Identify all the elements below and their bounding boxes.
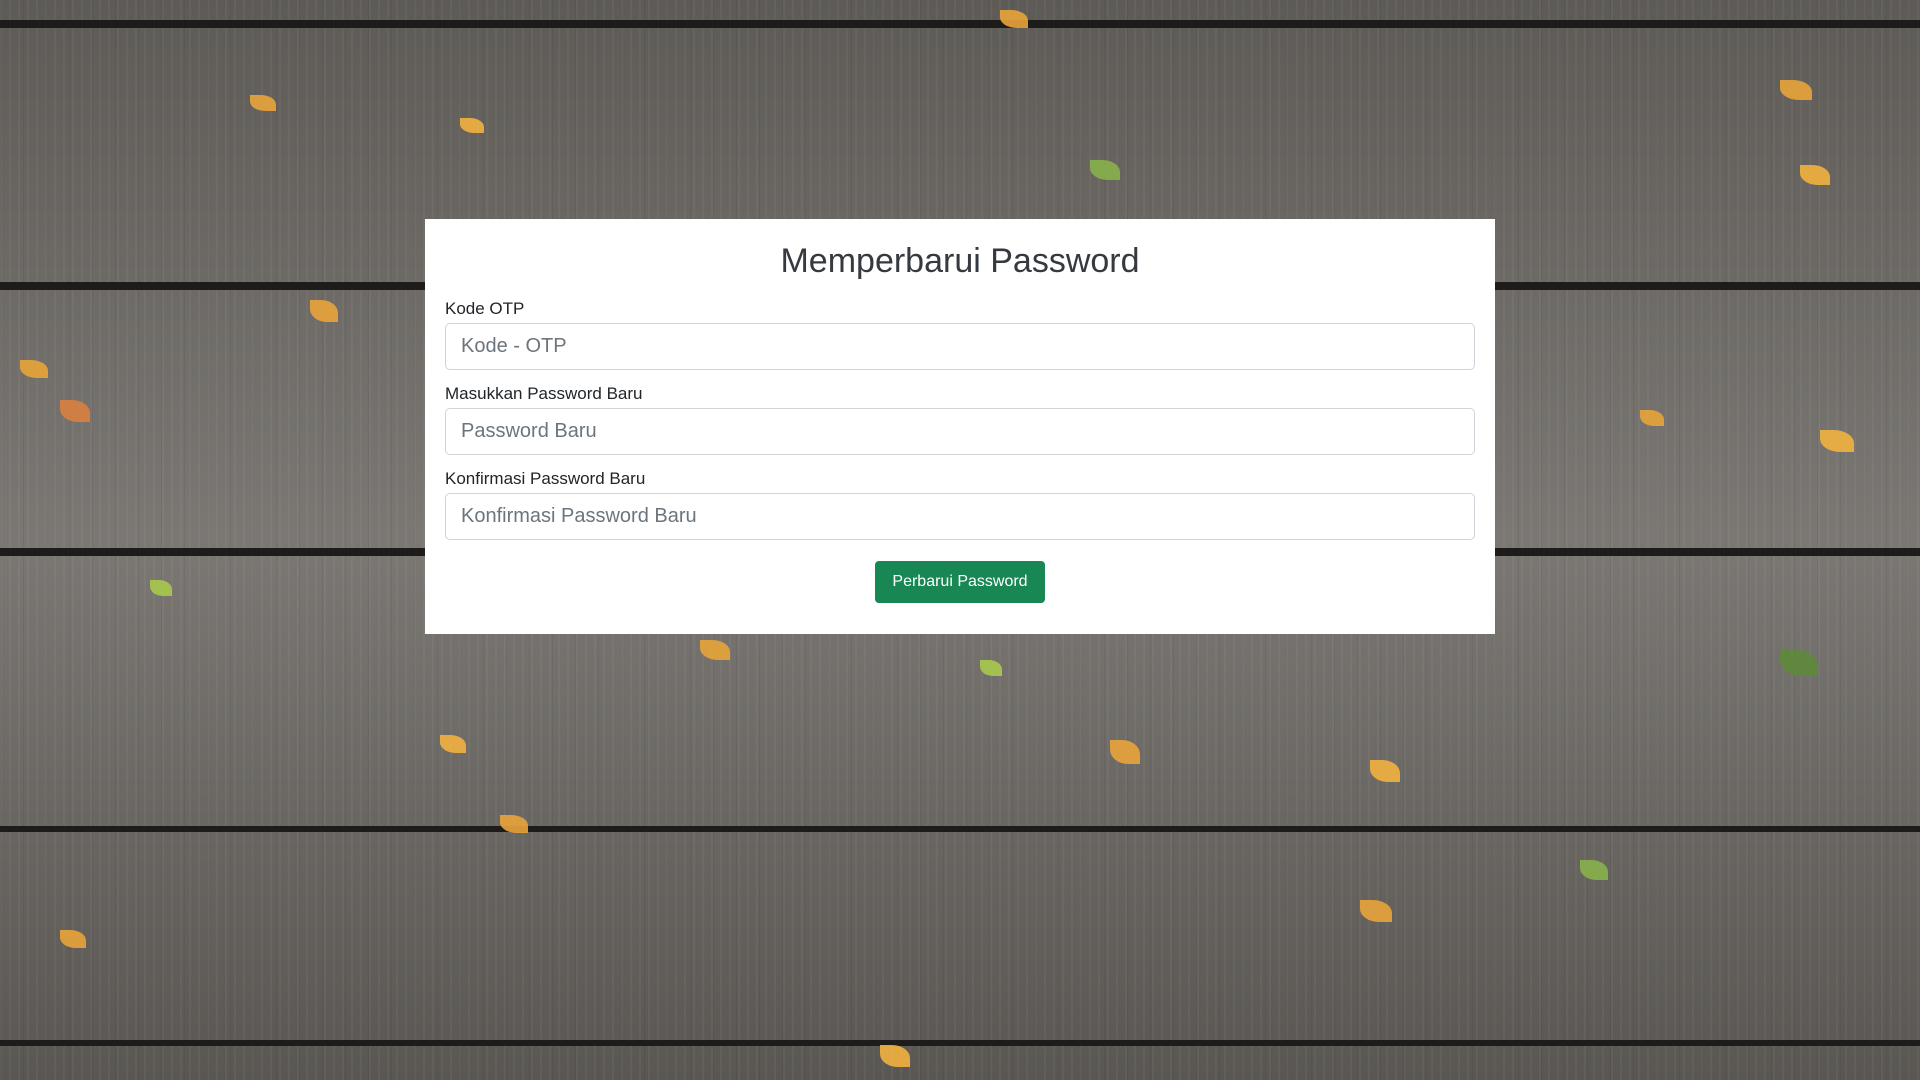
leaf-decoration xyxy=(700,640,730,660)
form-actions: Perbarui Password xyxy=(445,561,1475,603)
leaf-decoration xyxy=(20,360,48,378)
leaf-decoration xyxy=(1580,860,1608,880)
new-password-input[interactable] xyxy=(445,408,1475,455)
leaf-decoration xyxy=(1780,80,1812,100)
leaf-decoration xyxy=(980,660,1002,676)
leaf-decoration xyxy=(1090,160,1120,180)
leaf-decoration xyxy=(460,118,484,133)
leaf-decoration xyxy=(1780,650,1818,676)
plank-gap xyxy=(0,1040,1920,1046)
leaf-decoration xyxy=(60,400,90,422)
confirm-password-label: Konfirmasi Password Baru xyxy=(445,469,646,488)
update-password-card: Memperbarui Password Kode OTP Masukkan P… xyxy=(425,219,1495,634)
plank-gap xyxy=(0,826,1920,832)
otp-input[interactable] xyxy=(445,323,1475,370)
leaf-decoration xyxy=(1370,760,1400,782)
plank-gap xyxy=(0,20,1920,28)
leaf-decoration xyxy=(60,930,86,948)
leaf-decoration xyxy=(440,735,466,753)
update-password-button[interactable]: Perbarui Password xyxy=(875,561,1045,603)
leaf-decoration xyxy=(1640,410,1664,426)
leaf-decoration xyxy=(150,580,172,596)
leaf-decoration xyxy=(1800,165,1830,185)
otp-field-group: Kode OTP xyxy=(445,299,1475,370)
confirm-password-field-group: Konfirmasi Password Baru xyxy=(445,469,1475,540)
new-password-label: Masukkan Password Baru xyxy=(445,384,643,403)
confirm-password-input[interactable] xyxy=(445,493,1475,540)
new-password-field-group: Masukkan Password Baru xyxy=(445,384,1475,455)
leaf-decoration xyxy=(1110,740,1140,764)
leaf-decoration xyxy=(1360,900,1392,922)
leaf-decoration xyxy=(250,95,276,111)
page-title: Memperbarui Password xyxy=(780,242,1140,280)
otp-label: Kode OTP xyxy=(445,299,525,318)
leaf-decoration xyxy=(310,300,338,322)
leaf-decoration xyxy=(1820,430,1854,452)
leaf-decoration xyxy=(880,1045,910,1067)
